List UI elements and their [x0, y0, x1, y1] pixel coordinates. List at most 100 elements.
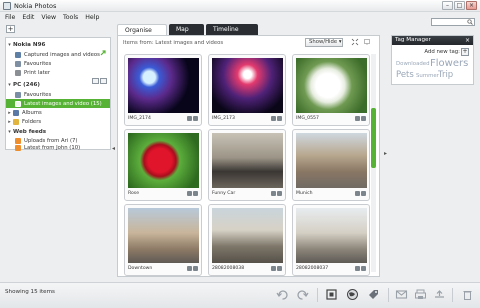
- collapse-left-panel-icon[interactable]: ◂: [112, 145, 115, 152]
- separator: [388, 288, 389, 302]
- tab-organise[interactable]: Organise: [117, 24, 167, 35]
- navigation-tree: ▾ Nokia N96 Captured images and videos F…: [5, 37, 111, 151]
- edit-icon[interactable]: [271, 191, 276, 196]
- add-button[interactable]: +: [6, 25, 15, 33]
- tab-timeline[interactable]: Timeline: [206, 24, 258, 35]
- tree-item-favourites-device[interactable]: Favourites: [6, 59, 110, 68]
- share-icon[interactable]: [193, 191, 198, 196]
- edit-icon[interactable]: [187, 266, 192, 271]
- share-icon[interactable]: [361, 116, 366, 121]
- expand-icon[interactable]: ▸: [6, 119, 13, 125]
- close-button[interactable]: ×: [466, 1, 477, 10]
- close-icon[interactable]: ×: [465, 37, 470, 44]
- tree-item-favourites-pc[interactable]: Favourites: [6, 90, 110, 99]
- thumbnail-caption: Rose: [128, 191, 140, 196]
- view-toggle: [92, 78, 107, 84]
- thumbnail[interactable]: IMG_0557: [292, 54, 370, 126]
- share-icon[interactable]: [277, 191, 282, 196]
- tree-group-nokia-n96[interactable]: ▾ Nokia N96: [6, 40, 110, 49]
- tree-item-latest[interactable]: Latest images and video (15): [6, 99, 110, 108]
- vertical-scrollbar[interactable]: [371, 54, 376, 272]
- thumbnail[interactable]: 28082008038: [208, 204, 286, 276]
- thumbnail-caption: Munich: [296, 191, 313, 196]
- expand-icon[interactable]: ▸: [6, 110, 13, 116]
- thumbnail[interactable]: IMG_2174: [124, 54, 202, 126]
- thumbnail-caption: IMG_0557: [296, 116, 319, 121]
- content-header: Items from: Latest images and videos: [123, 40, 224, 46]
- add-tag-button[interactable]: +: [461, 48, 469, 56]
- photo-image: [296, 133, 367, 188]
- photo-image: [128, 133, 199, 188]
- tab-map[interactable]: Map: [169, 24, 204, 35]
- list-view-icon[interactable]: [92, 78, 99, 84]
- tag-trip[interactable]: Trip: [438, 70, 453, 80]
- rotate-right-icon[interactable]: [296, 288, 309, 301]
- minimize-button[interactable]: –: [442, 1, 453, 10]
- collapse-icon[interactable]: ▾: [6, 129, 13, 135]
- edit-icon[interactable]: [271, 116, 276, 121]
- thumbnail[interactable]: 28082008037: [292, 204, 370, 276]
- add-tag-label: Add new tag:: [424, 49, 460, 55]
- tag-flowers[interactable]: Flowers: [430, 58, 468, 69]
- thumbnail[interactable]: Rose: [124, 129, 202, 201]
- thumbnail[interactable]: Downtown: [124, 204, 202, 276]
- tag-pets[interactable]: Pets: [396, 70, 414, 80]
- menu-help[interactable]: Help: [85, 14, 99, 21]
- upload-icon[interactable]: [433, 288, 446, 301]
- thumbnail[interactable]: Funny Car: [208, 129, 286, 201]
- edit-icon[interactable]: [271, 266, 276, 271]
- scrollbar-thumb[interactable]: [371, 108, 376, 168]
- print-icon: [15, 69, 21, 76]
- expand-right-panel-icon[interactable]: ▸: [384, 150, 387, 157]
- maximize-button[interactable]: □: [454, 1, 465, 10]
- status-text: Showing 15 items: [5, 289, 55, 295]
- email-icon[interactable]: [395, 288, 408, 301]
- share-icon[interactable]: [361, 266, 366, 271]
- share-icon[interactable]: [277, 266, 282, 271]
- edit-icon[interactable]: [355, 191, 360, 196]
- menu-view[interactable]: View: [41, 14, 56, 21]
- tag-icon[interactable]: [367, 288, 380, 301]
- globe-icon[interactable]: [346, 288, 359, 301]
- menu-file[interactable]: File: [5, 14, 15, 21]
- tree-item-print-later[interactable]: Print later: [6, 68, 110, 77]
- tree-item-latest-john[interactable]: Latest from John (10): [6, 144, 110, 151]
- tree-item-label: Uploads from Ari (7): [24, 137, 78, 144]
- thumbnail[interactable]: IMG_2173: [208, 54, 286, 126]
- edit-icon[interactable]: [355, 116, 360, 121]
- edit-icon[interactable]: [187, 191, 192, 196]
- share-icon[interactable]: [277, 116, 282, 121]
- edit-icon[interactable]: [187, 116, 192, 121]
- search-icon[interactable]: [467, 19, 473, 25]
- print-icon[interactable]: [414, 288, 427, 301]
- tree-item-captured[interactable]: Captured images and videos: [6, 50, 110, 59]
- show-hide-dropdown[interactable]: Show/Hide ▾: [305, 38, 343, 47]
- slideshow-icon[interactable]: [325, 288, 338, 301]
- tag-downloaded[interactable]: Downloaded: [396, 61, 430, 67]
- trash-icon[interactable]: [461, 288, 474, 301]
- separator: [317, 288, 318, 302]
- tag-summer[interactable]: Summer: [416, 73, 439, 79]
- collapse-icon[interactable]: ▾: [6, 42, 13, 48]
- share-icon[interactable]: [193, 116, 198, 121]
- search-input[interactable]: [431, 18, 475, 26]
- menu-edit[interactable]: Edit: [22, 14, 34, 21]
- title-bar: Nokia Photos – □ ×: [0, 0, 480, 12]
- latest-icon: [15, 100, 21, 107]
- grid-view-icon[interactable]: [100, 78, 107, 84]
- fullscreen-icon[interactable]: [363, 38, 371, 46]
- share-icon[interactable]: [193, 266, 198, 271]
- tree-group-label: Web feeds: [13, 128, 47, 135]
- tree-group-web-feeds[interactable]: ▾ Web feeds: [6, 127, 110, 136]
- rotate-left-icon[interactable]: [276, 288, 289, 301]
- tree-item-folders[interactable]: ▸ Folders: [6, 117, 110, 126]
- zoom-icon[interactable]: [351, 38, 359, 46]
- menu-tools[interactable]: Tools: [63, 14, 78, 21]
- edit-icon[interactable]: [355, 266, 360, 271]
- collapse-icon[interactable]: ▾: [6, 82, 13, 88]
- feed-icon: [15, 137, 21, 144]
- share-icon[interactable]: [361, 191, 366, 196]
- thumbnail[interactable]: Munich: [292, 129, 370, 201]
- tree-item-albums[interactable]: ▸ Albums: [6, 108, 110, 117]
- tree-item-label: Print later: [24, 69, 51, 76]
